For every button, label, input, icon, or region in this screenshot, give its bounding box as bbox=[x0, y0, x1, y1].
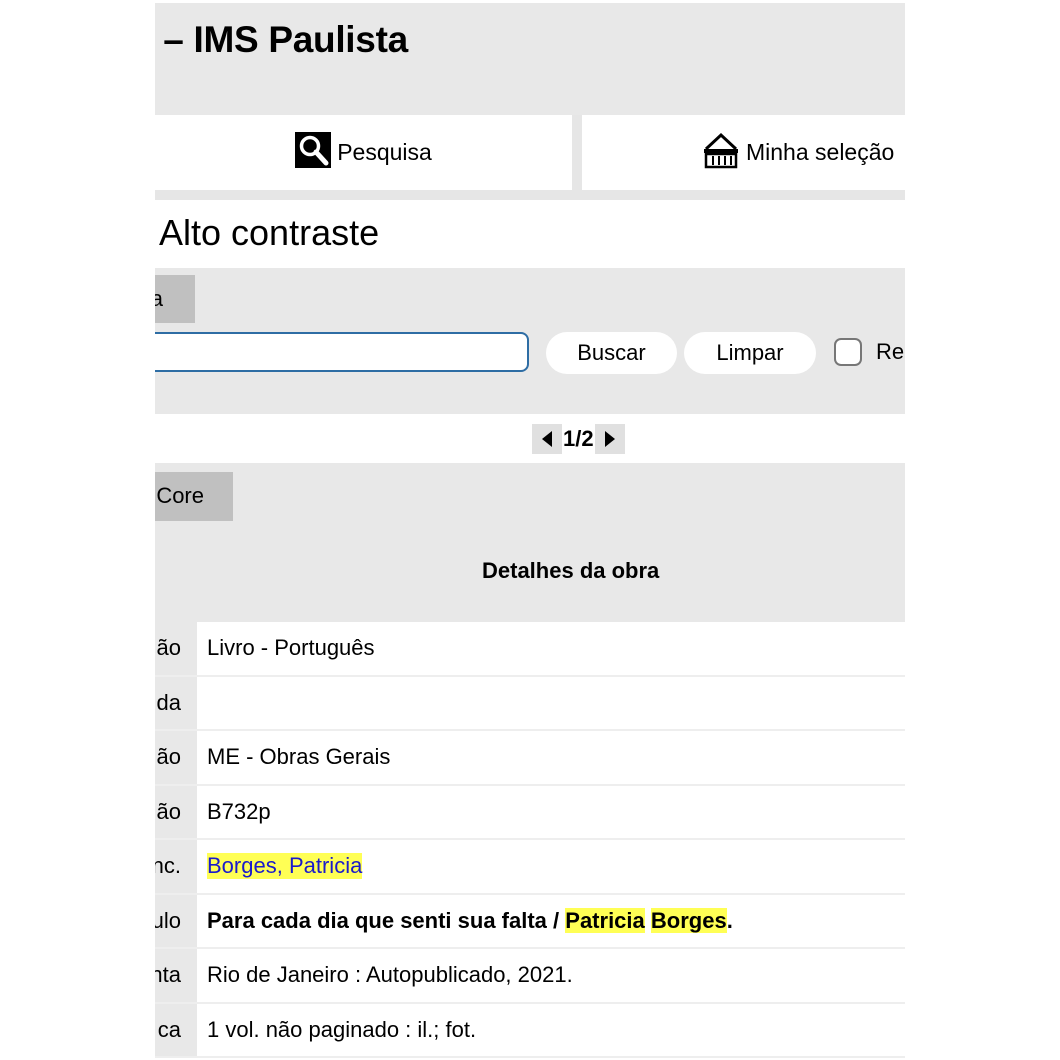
restrict-checkbox-label: Re bbox=[876, 339, 905, 364]
work-title-space bbox=[645, 908, 651, 933]
detail-value: 1 vol. não paginado : il.; fot. bbox=[207, 1016, 477, 1042]
detail-value: ME - Obras Gerais bbox=[207, 744, 391, 769]
detail-label-cell: nc. bbox=[155, 840, 197, 893]
detail-value: Rio de Janeiro : Autopublicado, 2021. bbox=[207, 962, 573, 987]
detail-value: Livro - Português bbox=[207, 635, 375, 660]
detail-row: da bbox=[155, 676, 905, 731]
basket-icon bbox=[702, 131, 740, 175]
result-header: Core Detalhes da obra bbox=[155, 463, 905, 622]
work-title-text: Para cada dia que senti sua falta / bbox=[207, 907, 566, 933]
detail-label: ca bbox=[157, 1016, 181, 1042]
nav-tab-pesquisa-label: Pesquisa bbox=[337, 139, 432, 165]
detail-row: ão B732p bbox=[155, 785, 905, 840]
pagination: 1/2 bbox=[532, 424, 625, 454]
author-link-borges[interactable]: Borges bbox=[207, 853, 277, 878]
page-viewport: a – IMS Paulista Pesquisa Minha seleção … bbox=[155, 0, 905, 1060]
search-type-tab[interactable]: a bbox=[155, 275, 195, 323]
search-panel: a Buscar Limpar Re bbox=[155, 268, 905, 414]
detail-row: ão Livro - Português bbox=[155, 622, 905, 677]
detail-row: ca 1 vol. não paginado : il.; fot. bbox=[155, 1003, 905, 1058]
detail-label-cell: ca bbox=[155, 1003, 197, 1056]
restrict-checkbox[interactable] bbox=[834, 338, 862, 366]
detail-row: ulo Para cada dia que senti sua falta / … bbox=[155, 894, 905, 949]
highlight-borges: Borges bbox=[650, 907, 727, 933]
previous-page-button[interactable] bbox=[532, 424, 562, 454]
details-table: ão Livro - Português da ão ME - Obras Ge… bbox=[155, 622, 905, 1058]
detail-label: ão bbox=[156, 635, 181, 660]
detail-value: B732p bbox=[207, 798, 271, 824]
detail-row: ão ME - Obras Gerais bbox=[155, 731, 905, 786]
author-separator: , bbox=[276, 853, 289, 878]
detail-label: ulo bbox=[155, 907, 181, 933]
chevron-left-icon bbox=[542, 431, 552, 447]
detail-label: da bbox=[156, 689, 181, 715]
details-title: Detalhes da obra bbox=[482, 558, 660, 583]
detail-label: ão bbox=[156, 798, 181, 824]
author-link-patricia[interactable]: Patricia bbox=[289, 853, 362, 878]
limpar-button[interactable]: Limpar bbox=[684, 332, 816, 374]
detail-label-cell: ão bbox=[155, 622, 197, 675]
main-nav: Pesquisa Minha seleção bbox=[155, 115, 905, 200]
author-links: Borges, Patricia bbox=[207, 853, 363, 879]
detail-row: nta Rio de Janeiro : Autopublicado, 2021… bbox=[155, 949, 905, 1004]
detail-label-cell: ulo bbox=[155, 894, 197, 947]
work-title-end: . bbox=[726, 907, 733, 933]
search-input[interactable] bbox=[155, 332, 529, 372]
work-title: Para cada dia que senti sua falta / Patr… bbox=[207, 907, 733, 934]
detail-label-cell: ão bbox=[155, 731, 197, 784]
nav-tab-pesquisa[interactable]: Pesquisa bbox=[155, 115, 572, 190]
detail-label-cell: ão bbox=[155, 785, 197, 838]
detail-label-cell: nta bbox=[155, 949, 197, 1002]
detail-label-cell: da bbox=[155, 676, 197, 729]
buscar-button[interactable]: Buscar bbox=[546, 332, 677, 374]
next-page-button[interactable] bbox=[594, 424, 625, 454]
page-indicator: 1/2 bbox=[563, 426, 594, 451]
detail-label: nc. bbox=[155, 853, 181, 878]
search-type-tab-label: a bbox=[155, 286, 163, 311]
nav-tab-minha-selecao-label: Minha seleção bbox=[746, 139, 895, 165]
detail-row: nc. Borges, Patricia bbox=[155, 840, 905, 895]
search-icon bbox=[295, 131, 332, 174]
chevron-right-icon bbox=[604, 431, 615, 447]
high-contrast-link[interactable]: Alto contraste bbox=[159, 212, 379, 254]
core-tab-label: Core bbox=[156, 483, 204, 508]
nav-tab-minha-selecao[interactable]: Minha seleção bbox=[582, 115, 905, 190]
highlight-patricia: Patricia bbox=[565, 907, 645, 933]
detail-label: ão bbox=[156, 744, 181, 769]
detail-label: nta bbox=[155, 962, 181, 987]
site-title: a – IMS Paulista bbox=[155, 19, 408, 60]
core-tab[interactable]: Core bbox=[155, 472, 233, 521]
site-header: a – IMS Paulista bbox=[155, 3, 905, 115]
